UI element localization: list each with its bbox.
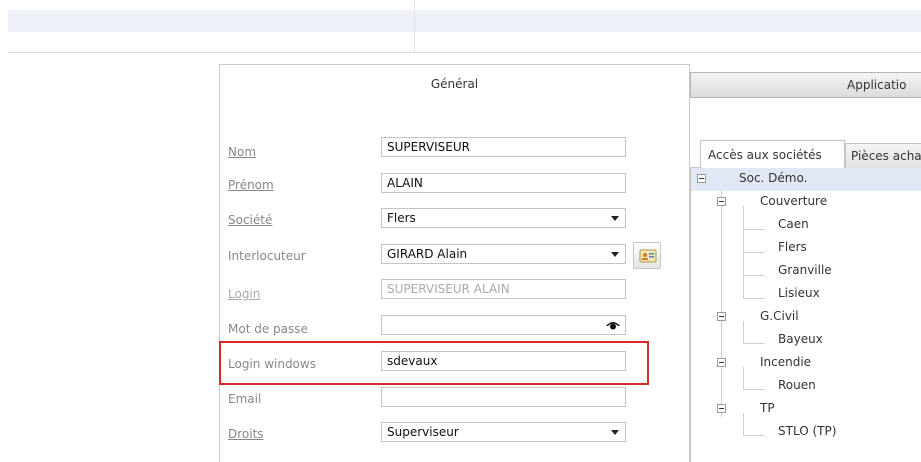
tree-node-label: Incendie [760,355,812,369]
tree-node-label: G.Civil [760,309,799,323]
chevron-down-icon [611,216,619,221]
tab-pieces-achat[interactable]: Pièces acha [845,143,921,168]
nom-field[interactable]: SUPERVISEUR [381,137,626,157]
tree-node-label: Flers [778,240,807,254]
droits-select[interactable]: Superviseur [381,422,626,442]
tree-node-label: STLO (TP) [778,424,837,438]
collapse-icon[interactable] [697,174,706,183]
nom-label[interactable]: Nom [228,145,256,159]
tree-node-leaf[interactable]: Rouen [691,375,921,398]
societe-label[interactable]: Société [228,213,272,227]
collapse-icon[interactable] [717,404,726,413]
tree-node-leaf[interactable]: Granville [691,260,921,283]
prenom-value: ALAIN [387,176,423,190]
tab-applications-label: Applicatio [847,78,907,92]
tree-node-label: Caen [778,217,809,231]
tree-node-label: Couverture [760,194,828,208]
login-label[interactable]: Login [228,287,260,301]
tree-node-leaf[interactable]: STLO (TP) [691,421,921,444]
tree-node-root[interactable]: Soc. Démo. [691,168,921,191]
tree-node-group[interactable]: TP [691,398,921,421]
tab-applications[interactable]: Applicatio [690,72,921,98]
tab-acces-societes[interactable]: Accès aux sociétés [700,140,845,168]
tree-node-label: Lisieux [778,286,820,300]
tree-node-leaf[interactable]: Caen [691,214,921,237]
prenom-label[interactable]: Prénom [228,178,274,192]
contact-card-icon [639,249,657,263]
tree-node-leaf[interactable]: Lisieux [691,283,921,306]
collapse-icon[interactable] [717,197,726,206]
droits-label[interactable]: Droits [228,427,264,441]
nom-value: SUPERVISEUR [387,140,470,154]
tree-node-label: Granville [778,263,832,277]
interlocuteur-label: Interlocuteur [228,249,306,263]
email-field[interactable] [381,387,626,407]
droits-value: Superviseur [387,425,459,439]
tree-node-label: Soc. Démo. [739,171,808,185]
tab-acces-label: Accès aux sociétés [708,148,822,162]
collapse-icon[interactable] [717,358,726,367]
top-separator [8,52,921,53]
tree-node-label: TP [760,401,775,415]
interlocuteur-select[interactable]: GIRARD Alain [381,244,626,264]
tree-node-group[interactable]: G.Civil [691,306,921,329]
tree-node-leaf[interactable]: Flers [691,237,921,260]
interlocuteur-value: GIRARD Alain [387,247,468,261]
contact-card-button[interactable] [633,242,661,269]
tab-pieces-label: Pièces acha [851,149,921,163]
login-value: SUPERVISEUR ALAIN [387,282,510,296]
collapse-icon[interactable] [717,312,726,321]
tree-node-group[interactable]: Couverture [691,191,921,214]
email-label: Email [228,392,262,406]
chevron-down-icon [611,430,619,435]
top-toolbar [8,10,921,32]
tree-node-group[interactable]: Incendie [691,352,921,375]
mot-de-passe-field[interactable] [381,315,626,335]
top-divider [414,0,415,52]
tree-node-leaf[interactable]: Bayeux [691,329,921,352]
tree-node-label: Bayeux [778,332,823,346]
login-windows-highlight [219,341,649,385]
prenom-field[interactable]: ALAIN [381,173,626,193]
panel-title: Général [430,77,479,91]
societe-select[interactable]: Flers [381,208,626,228]
tree-node-label: Rouen [778,378,816,392]
chevron-down-icon [611,252,619,257]
mot-de-passe-label: Mot de passe [228,322,308,336]
eye-icon[interactable] [606,319,620,331]
societe-value: Flers [387,211,416,225]
login-field[interactable]: SUPERVISEUR ALAIN [381,279,626,299]
